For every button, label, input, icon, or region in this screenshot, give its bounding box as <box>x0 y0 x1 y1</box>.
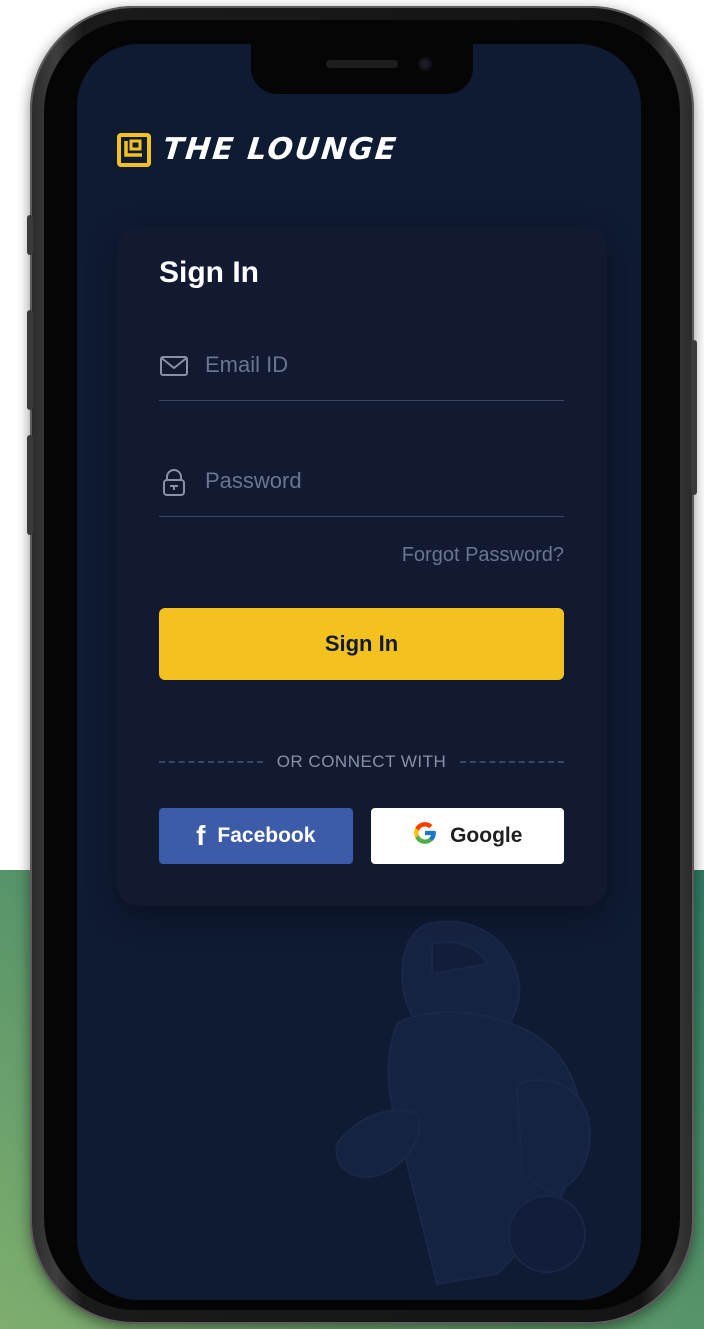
or-connect-divider: OR CONNECT WITH <box>159 752 564 772</box>
rider-illustration <box>335 920 592 1286</box>
google-button[interactable]: Google <box>370 808 564 864</box>
forgot-password-link[interactable]: Forgot Password? <box>402 544 564 567</box>
password-field <box>159 456 564 517</box>
google-icon <box>412 820 438 852</box>
signin-card: Sign In Forgot Password? <box>117 226 607 906</box>
phone-screen: THE LOUNGE Sign In Email ID Forgot Passw… <box>77 44 641 1300</box>
mail-icon <box>159 351 189 381</box>
google-label: Google <box>450 824 523 847</box>
power-button <box>691 340 697 495</box>
signin-title: Sign In <box>159 256 259 289</box>
email-field <box>159 340 564 401</box>
volume-up-button <box>27 310 33 410</box>
facebook-label: Facebook <box>217 824 316 847</box>
speaker-grille <box>326 60 398 68</box>
volume-down-button <box>27 435 33 535</box>
signin-button[interactable]: Sign In <box>159 608 564 680</box>
mute-switch <box>27 215 33 255</box>
divider-line-right <box>460 761 564 763</box>
brand-header: THE LOUNGE <box>117 132 400 167</box>
facebook-button[interactable]: f Facebook <box>159 808 353 864</box>
social-login-row: f Facebook Google <box>159 808 564 864</box>
notch <box>251 44 473 94</box>
divider-label: OR CONNECT WITH <box>276 752 447 771</box>
lock-icon <box>159 467 189 497</box>
front-camera <box>418 57 432 71</box>
facebook-icon: f <box>196 820 206 851</box>
divider-line-left <box>159 761 263 763</box>
email-input[interactable] <box>205 350 545 380</box>
lounge-logo-icon <box>117 132 151 167</box>
brand-name: THE LOUNGE <box>161 132 400 167</box>
password-input[interactable] <box>205 466 545 496</box>
